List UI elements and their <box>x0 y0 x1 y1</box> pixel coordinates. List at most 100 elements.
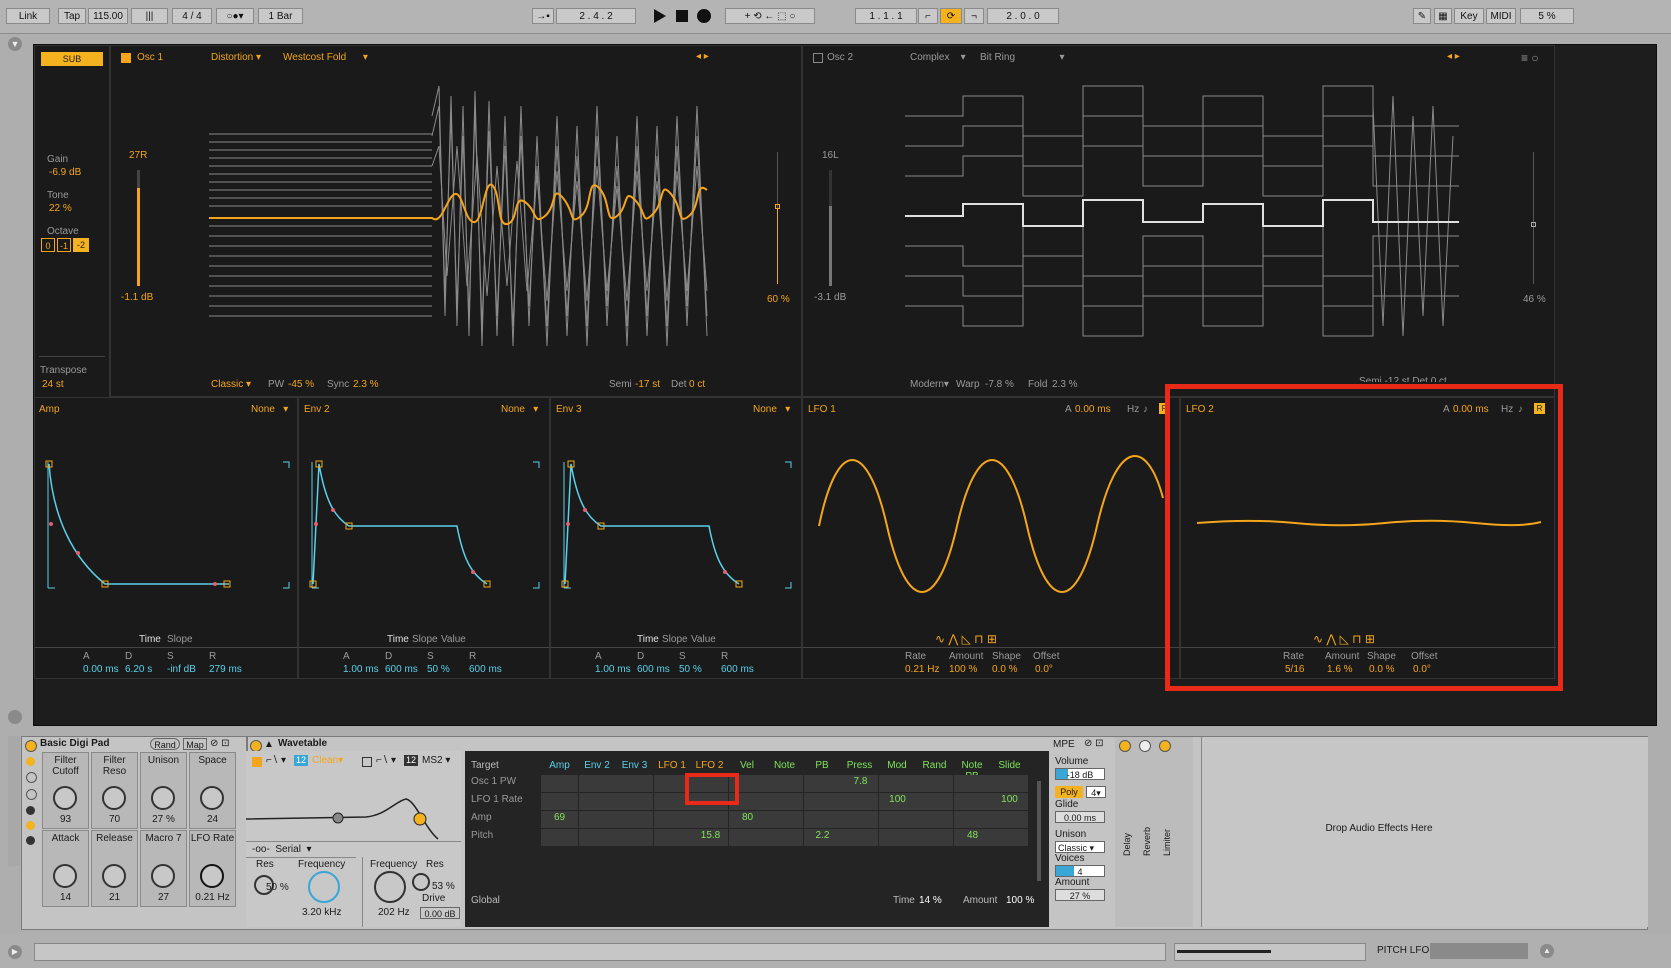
matrix-time-value[interactable]: 14 % <box>919 895 942 906</box>
lfo1-sync-note-icon[interactable]: ♪ <box>1143 404 1148 415</box>
loop-length-field[interactable]: 2 . 0 . 0 <box>987 8 1059 24</box>
loop-toggle-icon[interactable]: ⟳ <box>940 8 962 24</box>
follow-icon[interactable]: →▪ <box>532 8 554 24</box>
knob-icon[interactable] <box>53 786 77 810</box>
macro-lfo-rate[interactable]: LFO Rate 0.21 Hz <box>189 830 236 907</box>
filter1-toggle[interactable] <box>252 757 262 767</box>
wavetable-collapse-icon[interactable]: ▲ <box>264 739 274 750</box>
matrix-cell[interactable] <box>841 829 878 846</box>
env2-tab-slope[interactable]: Slope <box>412 634 438 645</box>
quantize-dropdown[interactable]: 1 Bar <box>258 8 303 24</box>
filter2-type-dropdown[interactable]: MS2 ▾ <box>422 755 450 766</box>
matrix-cell[interactable] <box>803 775 841 792</box>
env2-decay[interactable]: 600 ms <box>385 664 418 675</box>
matrix-cell[interactable] <box>578 811 616 828</box>
matrix-cell[interactable] <box>878 811 916 828</box>
wavetable-options-icons[interactable]: ⊘ ⊡ <box>1084 738 1104 749</box>
octave-0-button[interactable]: 0 <box>41 238 55 252</box>
filter2-res-value[interactable]: 53 % <box>432 881 455 892</box>
filter1-type-dropdown[interactable]: Clean▾ <box>312 755 343 766</box>
amp-env-release[interactable]: 279 ms <box>209 664 242 675</box>
osc1-wavetable-display[interactable] <box>207 76 717 366</box>
macro-space[interactable]: Space 24 <box>189 752 236 829</box>
matrix-cell[interactable] <box>578 793 616 810</box>
osc1-level-slider[interactable] <box>137 170 140 286</box>
punch-in-icon[interactable]: ⌐ <box>918 8 938 24</box>
osc2-toggle[interactable] <box>813 53 823 63</box>
macro-unison[interactable]: Unison 27 % <box>140 752 187 829</box>
env2-graph[interactable] <box>307 458 547 598</box>
amp-env-mod-dropdown[interactable]: None ▾ <box>251 404 288 415</box>
knob-icon[interactable] <box>374 871 406 903</box>
glide-field[interactable]: 0.00 ms <box>1055 811 1105 823</box>
midi-map-button[interactable]: MIDI <box>1486 8 1516 24</box>
matrix-cell[interactable] <box>578 775 616 792</box>
env3-sustain[interactable]: 50 % <box>679 664 702 675</box>
osc2-fold-value[interactable]: 2.3 % <box>1052 379 1078 390</box>
device-chain-handle[interactable] <box>8 736 20 866</box>
env2-mod-dropdown[interactable]: None ▾ <box>501 404 538 415</box>
osc2-mode-dropdown[interactable]: Complex ▾ <box>910 52 966 63</box>
env2-tab-time[interactable]: Time <box>387 634 409 645</box>
metronome-icon[interactable]: ||| <box>131 8 168 24</box>
env3-mod-dropdown[interactable]: None ▾ <box>753 404 790 415</box>
matrix-cell[interactable] <box>616 811 653 828</box>
matrix-value-press-osc1pw[interactable]: 7.8 <box>842 776 879 787</box>
rack-power-icon[interactable] <box>25 740 37 752</box>
filter-drive-value[interactable]: 0.00 dB <box>420 907 460 919</box>
tempo-field[interactable]: 115.00 <box>88 8 128 24</box>
filter2-freq-value[interactable]: 202 Hz <box>378 907 410 918</box>
osc1-mix-value[interactable]: 60 % <box>767 294 790 305</box>
osc2-level-value[interactable]: -3.1 dB <box>814 292 846 303</box>
filter1-shape-dropdown[interactable]: ⌐∖ ▾ <box>266 755 286 766</box>
lfo1-attack-value[interactable]: 0.00 ms <box>1075 404 1111 415</box>
amp-env-attack[interactable]: 0.00 ms <box>83 664 119 675</box>
macro-release[interactable]: Release 21 <box>91 830 138 907</box>
osc1-toggle[interactable] <box>121 53 131 63</box>
matrix-value-vel-amp[interactable]: 80 <box>729 812 766 823</box>
lfo1-waveform[interactable] <box>817 448 1167 608</box>
lfo1-hz-toggle[interactable]: Hz <box>1127 404 1139 415</box>
env2-attack[interactable]: 1.00 ms <box>343 664 379 675</box>
delay-power-icon[interactable] <box>1119 740 1131 752</box>
voices-field[interactable]: 4 <box>1055 865 1105 877</box>
filter2-shape-dropdown[interactable]: ⌐∖ ▾ <box>376 755 396 766</box>
osc2-warp-value[interactable]: -7.8 % <box>985 379 1014 390</box>
stop-icon[interactable] <box>676 10 688 22</box>
filter-response-graph[interactable] <box>246 771 461 841</box>
matrix-value-lfo2-pitch[interactable]: 15.8 <box>692 830 729 841</box>
unison-amount-field[interactable]: 27 % <box>1055 889 1105 901</box>
matrix-cell[interactable] <box>953 811 991 828</box>
osc1-sync-value[interactable]: 2.3 % <box>353 379 379 390</box>
env2-sustain[interactable]: 50 % <box>427 664 450 675</box>
knob-icon[interactable] <box>412 873 430 891</box>
matrix-cell[interactable] <box>991 775 1028 792</box>
osc1-mix-slider[interactable] <box>775 152 780 284</box>
env3-attack[interactable]: 1.00 ms <box>595 664 631 675</box>
sub-toggle[interactable]: SUB <box>41 52 103 66</box>
osc2-mix-slider[interactable] <box>1531 152 1536 284</box>
osc2-wavetable-display[interactable] <box>903 76 1463 366</box>
matrix-cell[interactable] <box>803 811 841 828</box>
matrix-cell[interactable] <box>916 775 953 792</box>
env3-tab-slope[interactable]: Slope <box>662 634 688 645</box>
matrix-cell[interactable] <box>653 811 691 828</box>
matrix-value-notepb-pitch[interactable]: 48 <box>954 830 991 841</box>
osc2-level-slider[interactable] <box>829 170 832 286</box>
osc1-effect-dropdown[interactable]: Westcost Fold ▾ <box>283 52 368 63</box>
osc1-wavetable-nav-icon[interactable]: ◂ ▸ <box>696 51 709 62</box>
volume-field[interactable]: -18 dB <box>1055 768 1105 780</box>
status-up-icon[interactable]: ▲ <box>1540 944 1554 958</box>
audio-effects-drop-zone[interactable]: Drop Audio Effects Here <box>1201 737 1648 927</box>
knob-icon[interactable] <box>151 864 175 888</box>
osc1-level-value[interactable]: -1.1 dB <box>121 292 153 303</box>
amp-env-decay[interactable]: 6.20 s <box>125 664 152 675</box>
status-play-icon[interactable]: ▶ <box>8 945 22 959</box>
macro-attack[interactable]: Attack 14 <box>42 830 89 907</box>
osc1-pw-value[interactable]: -45 % <box>288 379 314 390</box>
osc2-mix-value[interactable]: 46 % <box>1523 294 1546 305</box>
sub-tone-value[interactable]: 22 % <box>49 203 72 214</box>
osc2-effect-dropdown[interactable]: Bit Ring ▾ <box>980 52 1065 63</box>
filter1-res-value[interactable]: 50 % <box>266 882 289 893</box>
osc2-pan-value[interactable]: 16L <box>822 150 839 161</box>
